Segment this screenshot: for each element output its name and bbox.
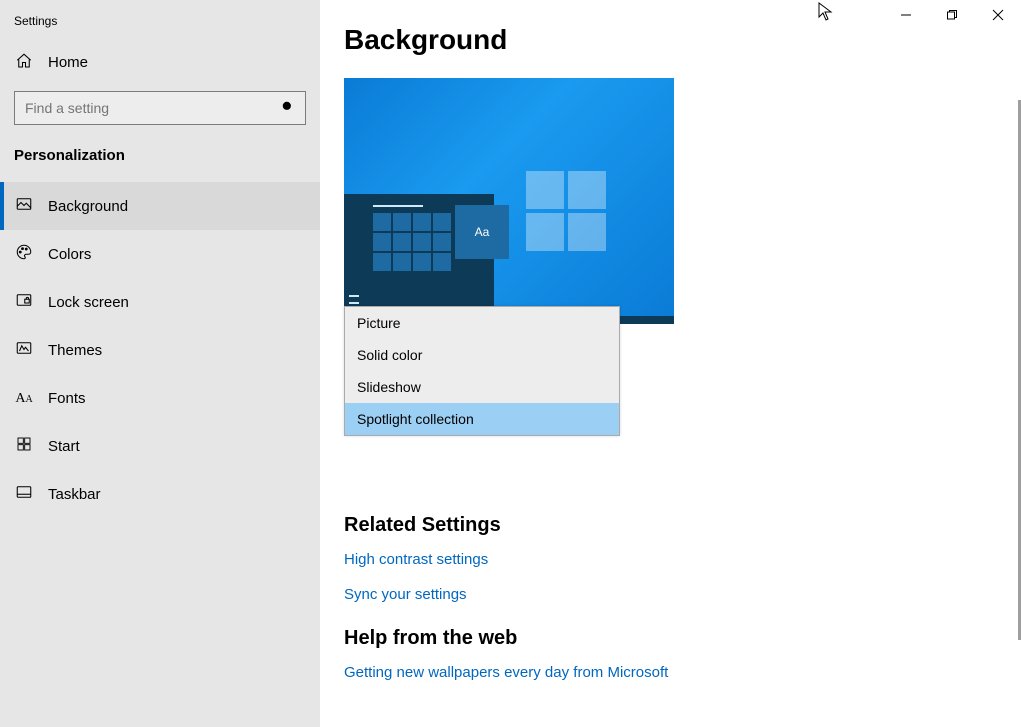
desktop-preview: Aa [344, 78, 674, 324]
link-sync-settings[interactable]: Sync your settings [344, 586, 1021, 603]
nav-item-start[interactable]: Start [0, 422, 320, 470]
dropdown-option-picture[interactable]: Picture [345, 307, 619, 339]
nav-item-themes[interactable]: Themes [0, 326, 320, 374]
maximize-button[interactable] [929, 0, 975, 30]
nav-item-fonts[interactable]: AA Fonts [0, 374, 320, 422]
close-button[interactable] [975, 0, 1021, 30]
background-dropdown[interactable]: Picture Solid color Slideshow Spotlight … [344, 306, 620, 436]
link-help-wallpapers[interactable]: Getting new wallpapers every day from Mi… [344, 664, 1021, 681]
dropdown-option-slideshow[interactable]: Slideshow [345, 371, 619, 403]
preview-start-panel: Aa [344, 194, 494, 324]
nav-item-colors[interactable]: Colors [0, 230, 320, 278]
colors-icon [14, 243, 34, 265]
related-heading: Related Settings [344, 514, 1021, 537]
nav-label: Start [48, 438, 80, 455]
preview-sample-tile: Aa [455, 205, 509, 259]
nav-label: Taskbar [48, 486, 101, 503]
minimize-button[interactable] [883, 0, 929, 30]
dropdown-option-solidcolor[interactable]: Solid color [345, 339, 619, 371]
sidebar: Settings Home Personalization Background [0, 0, 320, 727]
nav-label: Lock screen [48, 294, 129, 311]
nav-item-taskbar[interactable]: Taskbar [0, 470, 320, 518]
nav-label: Fonts [48, 390, 86, 407]
nav-label: Themes [48, 342, 102, 359]
link-high-contrast[interactable]: High contrast settings [344, 551, 1021, 568]
search-icon [281, 100, 295, 117]
related-settings-section: Related Settings High contrast settings … [344, 514, 1021, 603]
start-icon [14, 436, 34, 456]
windows-logo-icon [526, 171, 606, 251]
fonts-icon: AA [14, 389, 34, 407]
main-content: Background Aa Picture Solid color Slides… [320, 0, 1021, 727]
lockscreen-icon [14, 291, 34, 313]
home-button[interactable]: Home [0, 42, 320, 83]
section-title: Personalization [0, 133, 320, 182]
help-section: Help from the web Getting new wallpapers… [344, 627, 1021, 681]
nav-label: Background [48, 198, 128, 215]
nav-item-lockscreen[interactable]: Lock screen [0, 278, 320, 326]
dropdown-option-spotlight[interactable]: Spotlight collection [345, 403, 619, 435]
search-input[interactable] [25, 100, 281, 116]
window-controls [883, 0, 1021, 30]
nav-item-background[interactable]: Background [0, 182, 320, 230]
home-label: Home [48, 54, 88, 71]
nav-label: Colors [48, 246, 91, 263]
search-box[interactable] [14, 91, 306, 125]
app-title: Settings [0, 10, 320, 42]
taskbar-icon [14, 483, 34, 505]
home-icon [14, 52, 34, 73]
themes-icon [14, 339, 34, 361]
search-container [0, 83, 320, 133]
background-icon [14, 195, 34, 217]
help-heading: Help from the web [344, 627, 1021, 650]
